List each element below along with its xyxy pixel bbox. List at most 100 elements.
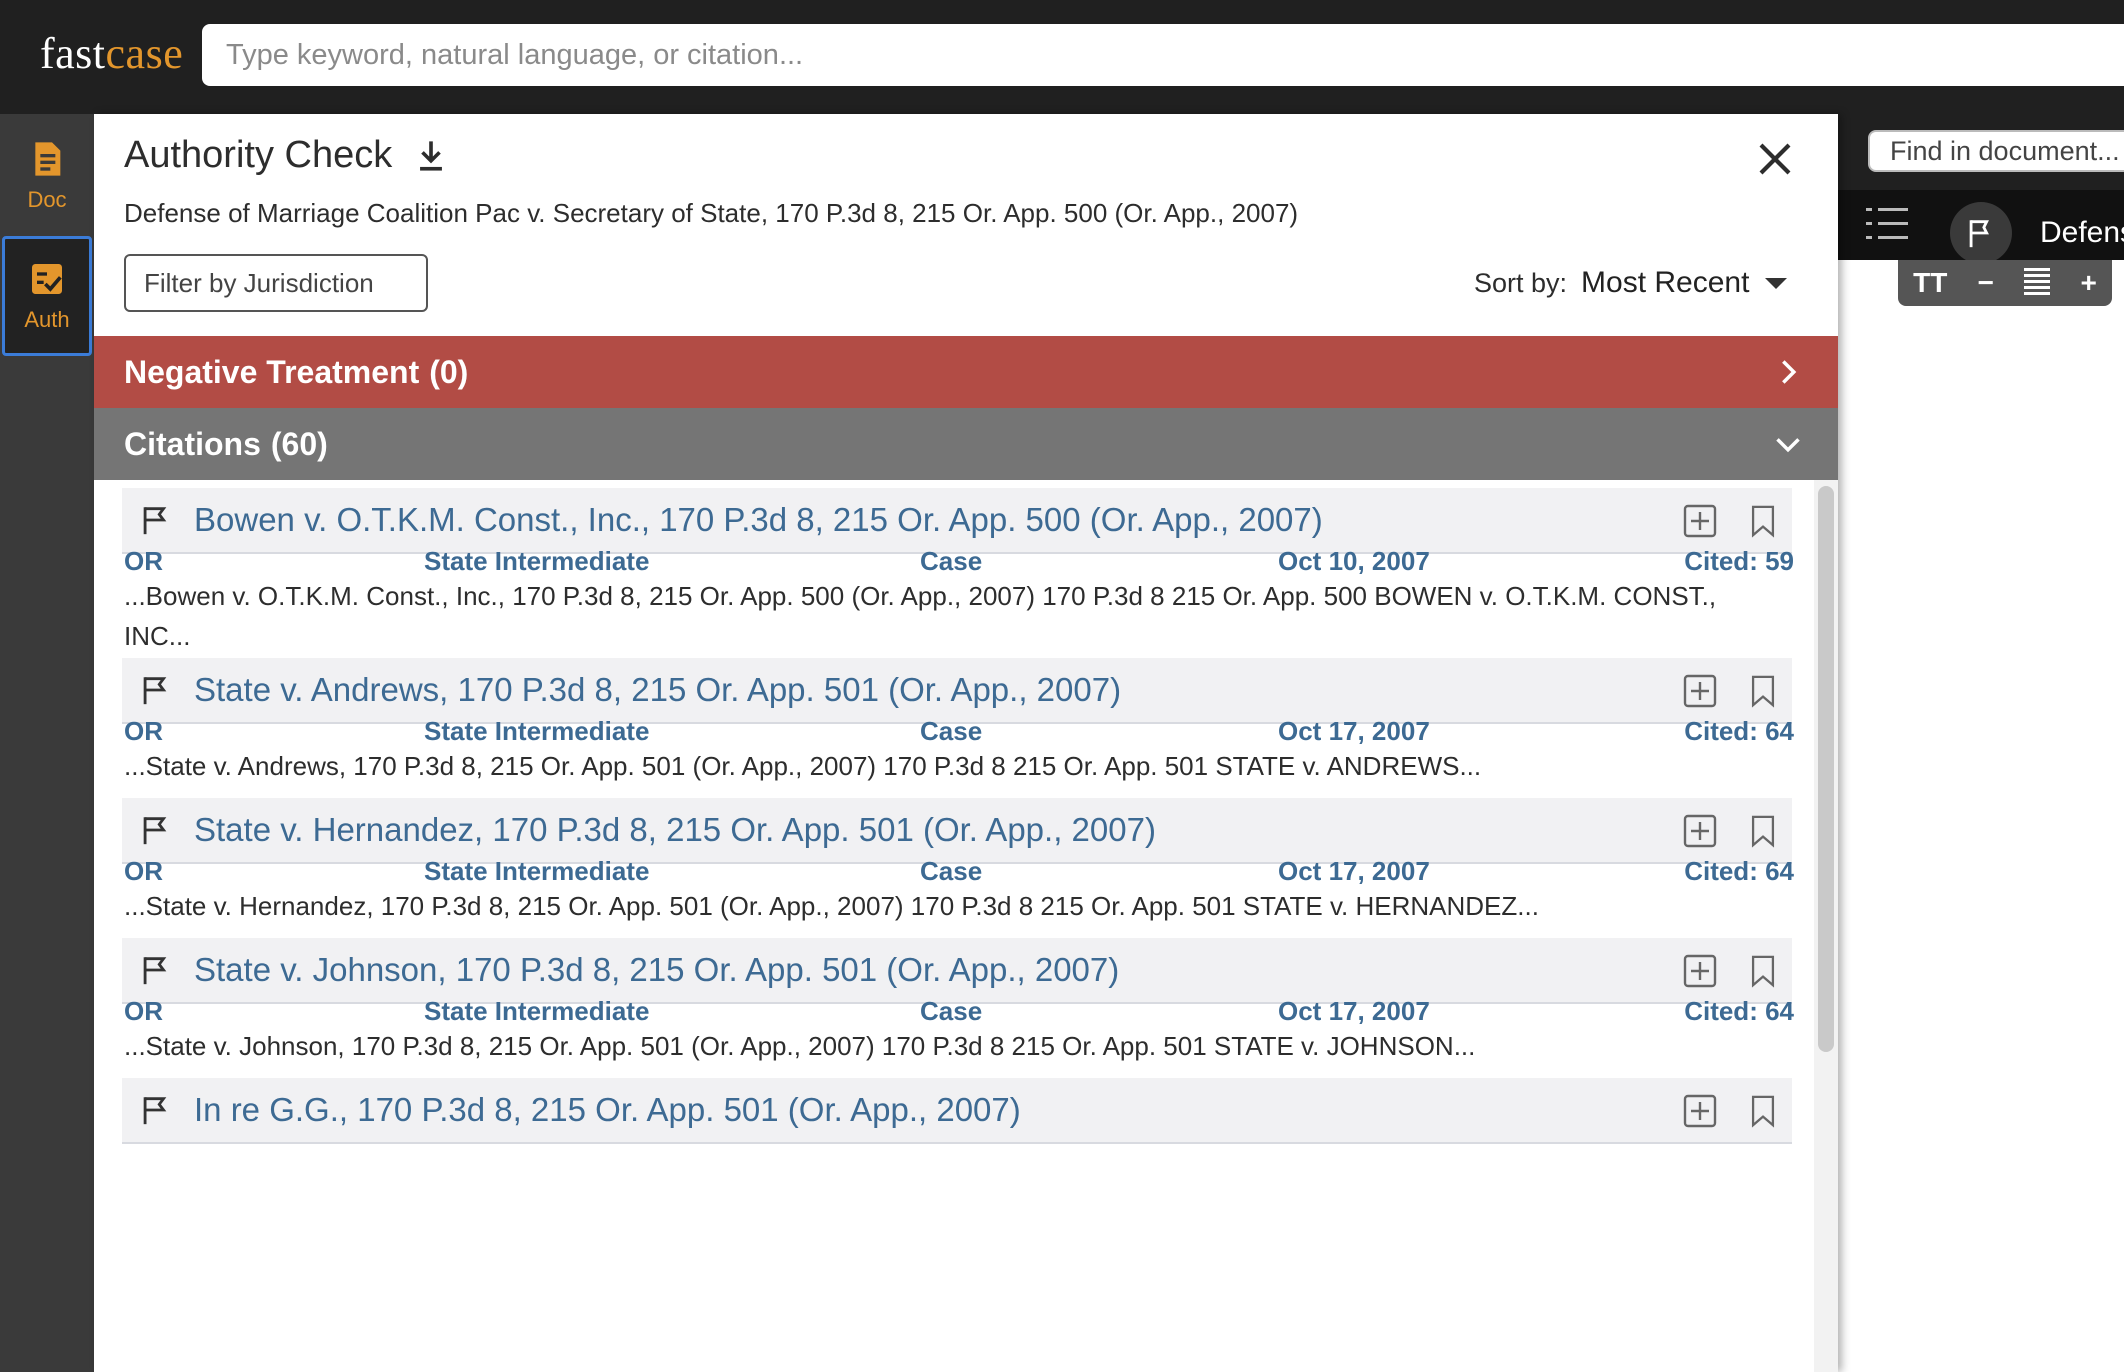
flag-icon: [1969, 220, 1989, 248]
citation-type: Case: [920, 856, 983, 886]
citation-cited-count[interactable]: Cited: 64: [1684, 856, 1794, 887]
fastcase-logo[interactable]: fast case: [40, 28, 183, 88]
citation-jurisdiction: OR: [124, 716, 163, 746]
citations-label: Citations: [124, 425, 261, 462]
flag-icon[interactable]: [138, 813, 172, 847]
citation-cited-count[interactable]: Cited: 64: [1684, 996, 1794, 1027]
case-reference: Defense of Marriage Coalition Pac v. Sec…: [124, 198, 1299, 228]
negative-treatment-count: (0): [429, 353, 469, 390]
flag-icon[interactable]: [138, 1093, 172, 1127]
zoom-in-button[interactable]: +: [2081, 267, 2097, 299]
citation-title-link[interactable]: State v. Hernandez, 170 P.3d 8, 215 Or. …: [194, 811, 1156, 849]
bookmark-icon[interactable]: [1746, 1093, 1780, 1129]
list-icon[interactable]: [1866, 206, 1908, 242]
citation-type: Case: [920, 996, 983, 1026]
left-rail: Doc Auth: [0, 114, 94, 1372]
citation-meta: OR State Intermediate Case Oct 10, 2007 …: [124, 546, 1794, 580]
flag-icon[interactable]: [138, 953, 172, 987]
citation-header: State v. Hernandez, 170 P.3d 8, 215 Or. …: [122, 798, 1792, 864]
align-icon[interactable]: [2024, 268, 2051, 298]
citation-cited-count[interactable]: Cited: 59: [1684, 546, 1794, 577]
citations-section[interactable]: Citations (60): [94, 408, 1838, 480]
citations-scrollbar[interactable]: [1814, 480, 1838, 1372]
bookmark-icon[interactable]: [1746, 953, 1780, 989]
sort-control[interactable]: Sort by: Most Recent: [1474, 266, 1788, 300]
rail-auth-button[interactable]: Auth: [2, 236, 92, 356]
citation-snippet: ...Bowen v. O.T.K.M. Const., Inc., 170 P…: [124, 581, 1717, 651]
rail-doc-label: Doc: [27, 187, 67, 212]
bookmark-icon[interactable]: [1746, 813, 1780, 849]
flag-icon[interactable]: [138, 673, 172, 707]
citation-meta: OR State Intermediate Case Oct 17, 2007 …: [124, 716, 1794, 750]
citation-title-link[interactable]: In re G.G., 170 P.3d 8, 215 Or. App. 501…: [194, 1091, 1021, 1129]
negative-treatment-label: Negative Treatment: [124, 353, 420, 390]
top-bar: fast case: [0, 0, 2124, 114]
citation-jurisdiction: OR: [124, 996, 163, 1026]
document-title: Defens: [2040, 216, 2124, 249]
chevron-down-icon[interactable]: [1774, 430, 1802, 458]
citation-type: Case: [920, 716, 983, 746]
citation-title-link[interactable]: Bowen v. O.T.K.M. Const., Inc., 170 P.3d…: [194, 501, 1323, 539]
authority-check-panel: Authority Check Defense of Marriage Coal…: [94, 114, 1838, 1372]
citation-court: State Intermediate: [424, 856, 650, 886]
negative-treatment-section[interactable]: Negative Treatment (0): [94, 336, 1838, 408]
citation-snippet: ...State v. Johnson, 170 P.3d 8, 215 Or.…: [124, 1031, 1476, 1061]
citation-header: In re G.G., 170 P.3d 8, 215 Or. App. 501…: [122, 1078, 1792, 1144]
citation-title-link[interactable]: State v. Johnson, 170 P.3d 8, 215 Or. Ap…: [194, 951, 1119, 989]
sort-label: Sort by:: [1474, 267, 1568, 298]
chevron-right-icon[interactable]: [1774, 358, 1802, 386]
citations-count: (60): [270, 425, 328, 462]
caret-down-icon[interactable]: [1765, 277, 1788, 289]
search-input[interactable]: [202, 24, 2124, 86]
citation-court: State Intermediate: [424, 546, 650, 576]
zoom-out-button[interactable]: −: [1978, 267, 1994, 299]
citation-jurisdiction: OR: [124, 856, 163, 886]
add-icon[interactable]: [1682, 503, 1718, 539]
doc-icon: [35, 142, 61, 176]
close-icon[interactable]: [1754, 138, 1796, 180]
citation-date: Oct 17, 2007: [1278, 716, 1430, 746]
rail-auth-label: Auth: [24, 307, 70, 332]
citation-court: State Intermediate: [424, 996, 650, 1026]
citation-title-link[interactable]: State v. Andrews, 170 P.3d 8, 215 Or. Ap…: [194, 671, 1121, 709]
bookmark-icon[interactable]: [1746, 673, 1780, 709]
add-icon[interactable]: [1682, 673, 1718, 709]
document-pane: Defens TT − +: [1838, 114, 2124, 1372]
citation-date: Oct 10, 2007: [1278, 546, 1430, 576]
find-in-document-input[interactable]: [1868, 130, 2124, 172]
citation-cited-count[interactable]: Cited: 64: [1684, 716, 1794, 747]
sort-value[interactable]: Most Recent: [1581, 266, 1749, 300]
citation-header: State v. Johnson, 170 P.3d 8, 215 Or. Ap…: [122, 938, 1792, 1004]
document-toolbar: Defens: [1838, 114, 2124, 264]
citation-snippet: ...State v. Andrews, 170 P.3d 8, 215 Or.…: [124, 751, 1482, 781]
citation-meta: OR State Intermediate Case Oct 17, 2007 …: [124, 856, 1794, 890]
logo-fast: fast: [40, 29, 106, 78]
rail-doc-button[interactable]: Doc: [0, 116, 94, 236]
document-flag-button[interactable]: [1950, 202, 2012, 264]
citation-header: Bowen v. O.T.K.M. Const., Inc., 170 P.3d…: [122, 488, 1792, 554]
add-icon[interactable]: [1682, 1093, 1718, 1129]
citation-header: State v. Andrews, 170 P.3d 8, 215 Or. Ap…: [122, 658, 1792, 724]
add-icon[interactable]: [1682, 953, 1718, 989]
add-icon[interactable]: [1682, 813, 1718, 849]
citation-meta: OR State Intermediate Case Oct 17, 2007 …: [124, 996, 1794, 1030]
panel-title-text: Authority Check: [124, 134, 393, 176]
logo-case: case: [105, 29, 184, 78]
citation-court: State Intermediate: [424, 716, 650, 746]
zoom-toolbar: TT − +: [1898, 260, 2112, 306]
filter-by-jurisdiction-button[interactable]: Filter by Jurisdiction: [124, 254, 428, 312]
document-header: Defens: [1838, 190, 2124, 264]
text-size-button[interactable]: TT: [1913, 267, 1947, 299]
citation-type: Case: [920, 546, 983, 576]
flag-icon[interactable]: [138, 503, 172, 537]
bookmark-icon[interactable]: [1746, 503, 1780, 539]
citations-list: Bowen v. O.T.K.M. Const., Inc., 170 P.3d…: [94, 480, 1838, 1372]
citation-jurisdiction: OR: [124, 546, 163, 576]
panel-title: Authority Check: [124, 134, 446, 177]
download-icon[interactable]: [416, 139, 446, 173]
citation-snippet: ...State v. Hernandez, 170 P.3d 8, 215 O…: [124, 891, 1539, 921]
auth-icon: [32, 264, 62, 294]
scrollbar-thumb[interactable]: [1818, 486, 1834, 1052]
citation-date: Oct 17, 2007: [1278, 996, 1430, 1026]
citation-date: Oct 17, 2007: [1278, 856, 1430, 886]
